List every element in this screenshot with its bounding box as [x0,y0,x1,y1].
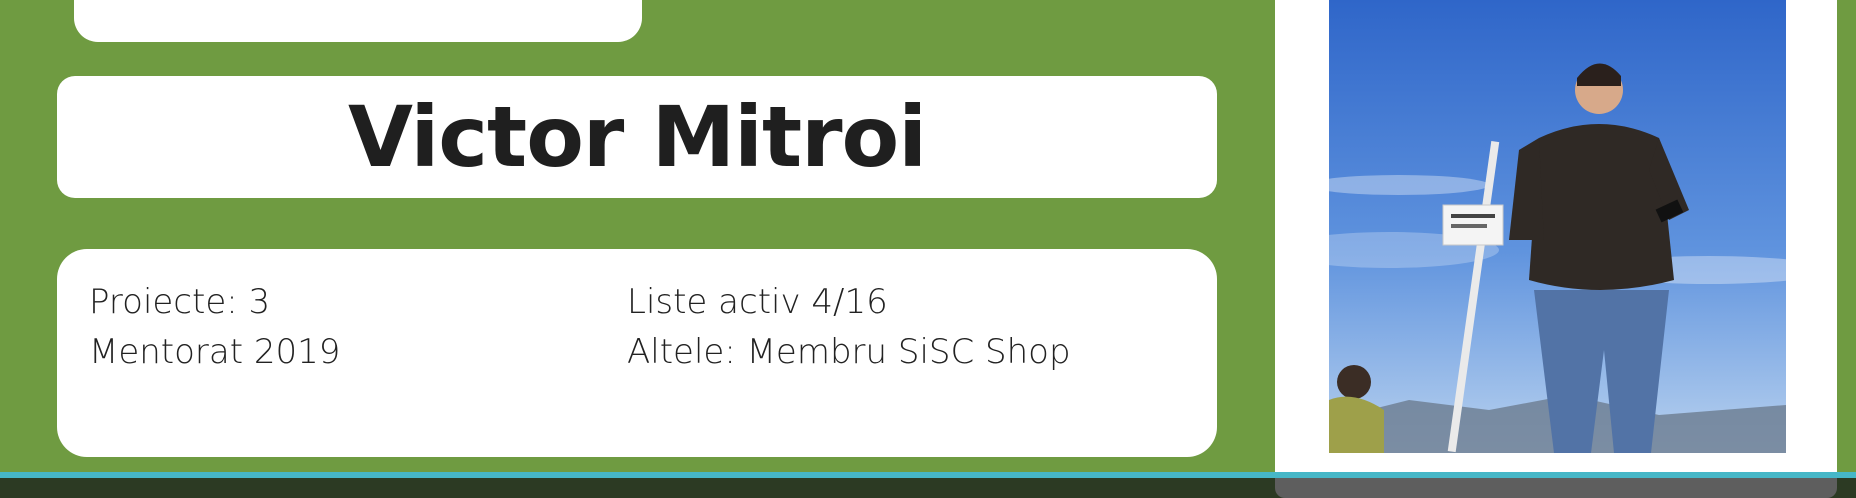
info-lists: Liste activ 4/16 [627,282,888,322]
profile-photo [1329,0,1786,453]
profile-name: Victor Mitroi [347,88,927,186]
info-other: Altele: Membru SiSC Shop [627,332,1071,372]
panel-shadow [1275,478,1837,498]
slide-edge [1837,0,1856,478]
info-projects: Proiecte: 3 [89,282,271,322]
name-card: Victor Mitroi [57,76,1217,198]
info-card: Proiecte: 3 Mentorat 2019 Liste activ 4/… [57,249,1217,457]
top-card [74,0,642,42]
info-mentorship: Mentorat 2019 [89,332,341,372]
